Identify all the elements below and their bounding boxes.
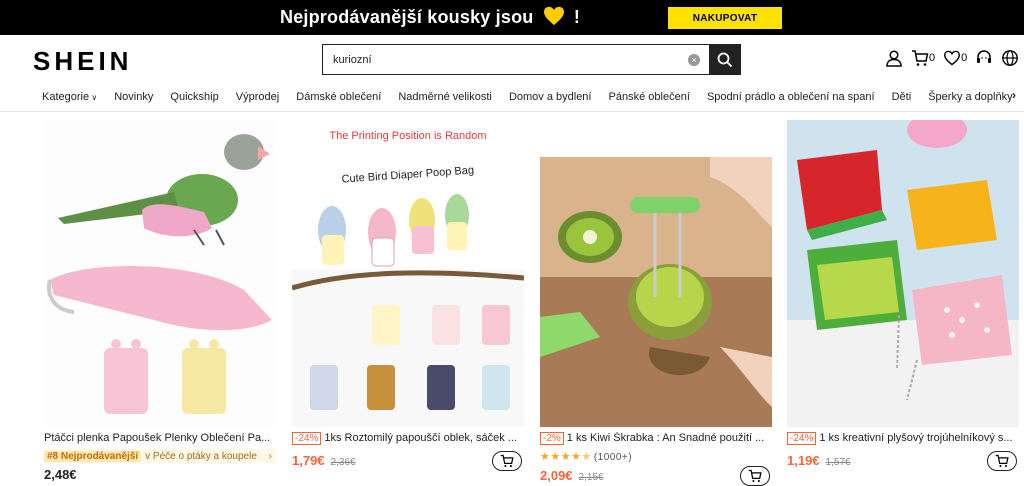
product-price: 1,79€ 2,36€ [292,453,356,468]
cart-button[interactable]: 0 [911,49,935,67]
product-title[interactable]: -24% 1 ks kreativní plyšový trojúhelníkov… [787,432,1019,445]
nav-label: Kategorie [42,91,90,103]
chevron-right-icon: › [268,450,272,462]
search-icon [717,52,732,67]
bird-diaper-bag-image: The Printing Position is Random Cute Bir… [292,120,524,427]
nav-item-lingerie[interactable]: Spodní prádlo a oblečení na spaní [707,91,875,103]
product-price: 2,48€ [44,467,77,482]
promo-label: Nejprodávanější kousky jsou [280,7,534,27]
product-title[interactable]: Ptáčci plenka Papoušek Plenky Oblečení P… [44,432,276,444]
review-count: (1000+) [593,452,633,463]
rank-badge: #8 Nejprodávanější [44,450,142,462]
image-top-strip [540,120,772,157]
nav-item-home[interactable]: Domov a bydlení [509,91,592,103]
wishlist-count: 0 [961,52,968,64]
nav-item-jewelry[interactable]: Šperky a doplňky [928,91,1012,103]
discount-badge: -24% [787,432,817,445]
product-image[interactable] [540,157,772,427]
star-icons: ★★★★★ [540,451,592,463]
cart-icon [912,50,929,66]
ranking-row[interactable]: #8 Nejprodávanější v Péče o ptáky a koup… [44,449,276,463]
price-value: 1,79€ [292,453,325,468]
title-text: 1 ks Kiwi Škrabka : An Snadné použití ..… [566,432,765,444]
title-text: 1ks Roztomilý papouščí oblek, sáček ... [324,432,517,444]
nav-item-sale[interactable]: Výprodej [236,91,279,103]
promo-suffix: ! [573,7,581,27]
parrot-diaper-image [44,120,276,427]
add-cart-icon [995,454,1009,468]
category-nav: Kategorie ∨ Novinky Quickship Výprodej D… [0,85,1024,112]
clear-icon[interactable]: × [688,54,700,66]
logo[interactable]: SHEIN [33,46,132,77]
product-price: 1,19€ 1,57€ [787,453,851,468]
add-to-cart-button[interactable] [987,451,1017,471]
nav-item-quickship[interactable]: Quickship [170,91,218,103]
language-button[interactable] [1001,49,1019,67]
cart-count: 0 [929,52,936,64]
old-price: 2,36€ [330,457,356,468]
add-cart-icon [500,454,514,468]
nav-item-women[interactable]: Dámské oblečení [296,91,381,103]
image-caption-top: The Printing Position is Random [329,130,486,142]
heart-outline-icon [944,50,961,66]
discount-badge: -2% [540,432,564,445]
headset-icon [977,50,992,63]
add-to-cart-button[interactable] [492,451,522,471]
product-image[interactable] [44,120,276,427]
globe-icon [1002,50,1019,66]
nav-item-kids[interactable]: Děti [892,91,912,103]
old-price: 1,57€ [825,457,851,468]
product-image[interactable]: The Printing Position is Random Cute Bir… [292,120,524,427]
rating: ★★★★★ (1000+) [540,450,632,463]
wishlist-button[interactable]: 0 [943,50,967,66]
nav-items: Kategorie ∨ Novinky Quickship Výprodej D… [42,91,1024,103]
price-value: 1,19€ [787,453,820,468]
search-button[interactable] [709,45,740,74]
add-to-cart-button[interactable] [740,466,770,486]
title-text: 1 ks kreativní plyšový trojúhelníkový s.… [819,432,1013,444]
header-icons: 0 0 [885,49,1024,67]
add-cart-icon [748,469,762,483]
account-button[interactable] [885,49,903,67]
chevron-down-icon: ∨ [89,93,98,102]
chevron-right-icon[interactable]: › [1012,88,1016,102]
product-title[interactable]: -24% 1ks Roztomilý papouščí oblek, sáček … [292,432,524,445]
nav-item-men[interactable]: Pánské oblečení [609,91,690,103]
discount-badge: -24% [292,432,322,445]
kiwi-scraper-image [540,157,772,427]
heart-icon [543,6,564,26]
search-bar: × [322,44,741,75]
nav-item-categories[interactable]: Kategorie ∨ [42,91,97,103]
site-header: SHEIN × 0 0 [0,35,1024,85]
nav-item-plus-size[interactable]: Nadměrné velikosti [398,91,492,103]
rank-category: v Péče o ptáky a koupele [145,450,257,462]
promo-text: Nejprodávanější kousky jsou ! [280,6,580,28]
user-icon [886,50,902,67]
old-price: 2,15€ [578,472,604,483]
nav-item-new[interactable]: Novinky [114,91,153,103]
plush-coin-purse-image [787,120,1019,427]
search-input[interactable] [323,45,688,74]
product-title[interactable]: -2% 1 ks Kiwi Škrabka : An Snadné použití… [540,432,772,445]
shop-now-button[interactable]: NAKUPOVAT [668,7,782,29]
price-value: 2,48€ [44,467,77,482]
support-button[interactable] [975,49,993,67]
promo-banner: Nejprodávanější kousky jsou ! NAKUPOVAT [0,0,1024,35]
product-image[interactable] [787,120,1019,427]
